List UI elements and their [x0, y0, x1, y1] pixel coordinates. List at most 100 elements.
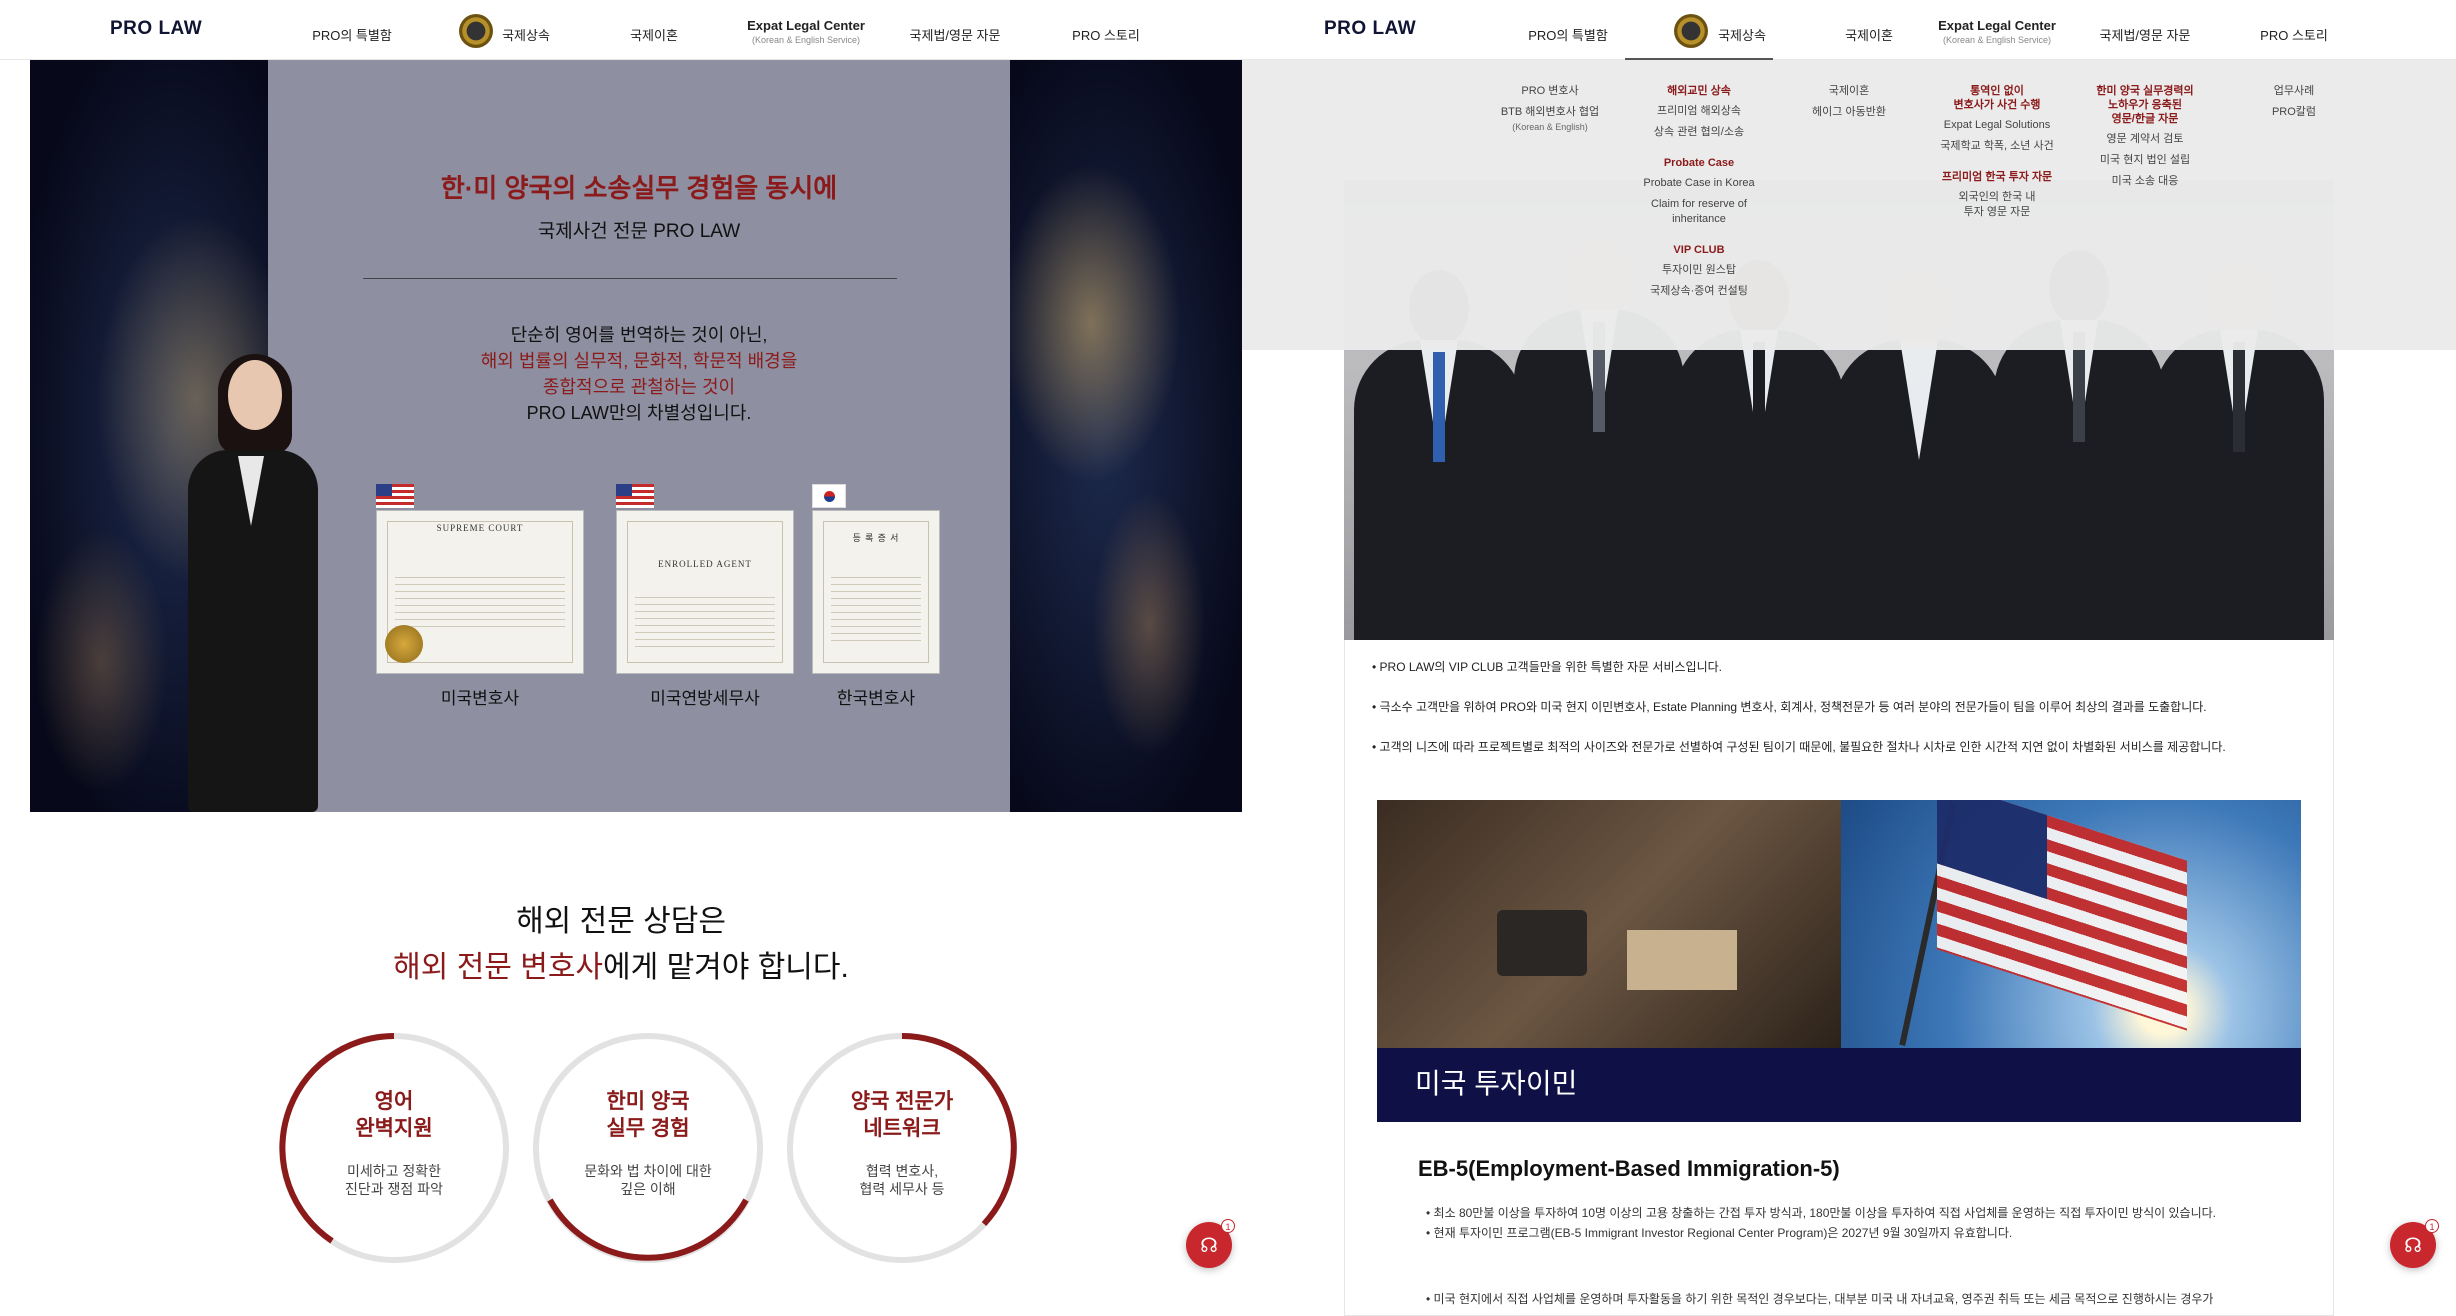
feature-circle-english: 영어 완벽지원 미세하고 정확한 진단과 쟁점 파악	[276, 1030, 512, 1266]
nav-expat-legal-center[interactable]: Expat Legal Center (Korean & English Ser…	[1938, 19, 2056, 47]
circle-title-line: 영어	[374, 1090, 414, 1113]
menu-heading-line: 한미 양국 실무경력의	[2096, 85, 2194, 97]
menu-item[interactable]: 헤이그 아동반환	[1812, 105, 1886, 120]
eb5-bullet: • 미국 현지에서 직접 사업체를 운영하며 투자활동을 하기 위한 목적인 경…	[1426, 1292, 2214, 1306]
circle-title: 한미 양국 실무 경험	[530, 1088, 766, 1142]
menu-item-pro-lawyer[interactable]: PRO 변호사	[1501, 84, 1599, 99]
logo[interactable]: PRO LAW	[110, 18, 202, 40]
hero-banner: 한·미 양국의 소송실무 경험을 동시에 국제사건 전문 PRO LAW 단순히…	[30, 60, 1242, 812]
circle-ring-graphic	[787, 1033, 1017, 1263]
menu-heading[interactable]: 통역인 없이 변호사가 사건 수행	[1940, 84, 2053, 112]
menu-item[interactable]: 프리미엄 해외상속	[1643, 104, 1754, 119]
award-badge-icon	[459, 14, 493, 48]
mega-col-divorce: 국제이혼 헤이그 아동반환	[1812, 84, 1886, 126]
lawyer-photo	[150, 354, 350, 812]
menu-item[interactable]: PRO칼럼	[2272, 105, 2316, 120]
circle-desc-line: 진단과 쟁점 파악	[345, 1181, 443, 1197]
menu-item-label: 외국인의 한국 내	[1958, 191, 2036, 203]
vip-description-line: • PRO LAW의 VIP CLUB 고객들만을 위한 특별한 자문 서비스입…	[1372, 660, 1722, 674]
person-figure	[1514, 240, 1684, 640]
menu-item[interactable]: 국제이혼	[1812, 84, 1886, 99]
circle-title: 양국 전문가 네트워크	[784, 1088, 1020, 1142]
banner-title: 미국 투자이민	[1415, 1068, 1578, 1099]
logo[interactable]: PRO LAW	[1324, 18, 1416, 40]
certificate-label: 미국변호사	[440, 689, 520, 708]
nav-international-law-advice[interactable]: 국제법/영문 자문	[910, 25, 1001, 44]
menu-item[interactable]: 미국 현지 법인 설립	[2096, 153, 2193, 168]
certificate-text	[395, 571, 565, 631]
menu-spacer	[1643, 233, 1754, 243]
nav-pro-special[interactable]: PRO의 특별함	[1528, 25, 1608, 44]
mega-col-story: 업무사례 PRO칼럼	[2272, 84, 2316, 126]
hero-subtitle: 국제사건 전문 PRO LAW	[537, 221, 741, 242]
mega-col-inheritance: 해외교민 상속 프리미엄 해외상속 상속 관련 협의/소송 Probate Ca…	[1643, 84, 1754, 305]
mega-col-advice: 한미 양국 실무경력의 노하우가 응축된 영문/한글 자문 영문 계약서 검토 미국…	[2096, 84, 2193, 195]
nav-pro-story[interactable]: PRO 스토리	[1072, 25, 1140, 44]
nav-pro-special[interactable]: PRO의 특별함	[312, 25, 392, 44]
mega-menu-dropdown: PRO 변호사 BTB 해외변호사 협업 (Korean & English) 해…	[1242, 60, 2456, 350]
certificate-text	[635, 591, 775, 651]
nav-pro-story[interactable]: PRO 스토리	[2260, 25, 2328, 44]
books-graphic	[1627, 930, 1737, 990]
menu-spacer	[1940, 160, 2053, 170]
menu-item[interactable]: 업무사례	[2272, 84, 2316, 99]
nav-international-law-advice[interactable]: 국제법/영문 자문	[2100, 25, 2191, 44]
menu-item[interactable]: 상속 관련 협의/소송	[1643, 125, 1754, 140]
menu-item[interactable]: 투자이민 원스탑	[1643, 263, 1754, 278]
menu-heading[interactable]: VIP CLUB	[1643, 243, 1754, 257]
investment-immigration-banner: 미국 투자이민	[1377, 800, 2301, 1122]
vip-description-line: • 극소수 고객만을 위하여 PRO와 미국 현지 이민변호사, Estate …	[1372, 700, 2207, 714]
menu-item-btb[interactable]: BTB 해외변호사 협업 (Korean & English)	[1501, 105, 1599, 135]
hero-panel: 한·미 양국의 소송실무 경험을 동시에 국제사건 전문 PRO LAW 단순히…	[268, 60, 1010, 812]
mega-col-expat: 통역인 없이 변호사가 사건 수행 Expat Legal Solutions 국…	[1940, 84, 2053, 226]
consult-chat-button[interactable]: ☊ 1	[1186, 1219, 1235, 1268]
circle-title-line: 실무 경험	[606, 1117, 690, 1140]
gold-seal-icon	[385, 625, 423, 663]
menu-spacer	[1643, 146, 1754, 156]
certificate-heading: ENROLLED AGENT	[658, 559, 752, 569]
us-flag-icon	[376, 484, 414, 508]
circle-desc-line: 문화와 법 차이에 대한	[584, 1163, 712, 1179]
nav-international-inheritance[interactable]: 국제상속	[1718, 25, 1766, 44]
vintage-desk-image	[1377, 800, 1841, 1048]
expat-subtitle: (Korean & English Service)	[751, 35, 861, 45]
person-tie	[1433, 352, 1445, 462]
nav-international-divorce[interactable]: 국제이혼	[630, 25, 678, 44]
award-badge-icon	[1674, 14, 1708, 48]
menu-item[interactable]: 국제학교 학폭, 소년 사건	[1940, 139, 2053, 154]
consult-chat-button[interactable]: ☊ 1	[2390, 1219, 2439, 1268]
section-heading-line1: 해외 전문 상담은	[516, 905, 726, 938]
us-flag-icon	[616, 484, 654, 508]
menu-heading[interactable]: 해외교민 상속	[1643, 84, 1754, 98]
eb5-heading: EB-5(Employment-Based Immigration-5)	[1418, 1156, 1840, 1181]
menu-heading[interactable]: Probate Case	[1643, 156, 1754, 170]
menu-item[interactable]: 영문 계약서 검토	[2096, 132, 2193, 147]
menu-item[interactable]: Expat Legal Solutions	[1940, 118, 2053, 133]
menu-item-label: BTB 해외변호사 협업	[1500, 106, 1600, 118]
menu-item[interactable]: 미국 소송 대응	[2096, 174, 2193, 189]
circle-title-line: 네트워크	[863, 1117, 941, 1140]
menu-item-sublabel: (Korean & English)	[1512, 122, 1588, 132]
nav-international-divorce[interactable]: 국제이혼	[1845, 25, 1893, 44]
expat-subtitle: (Korean & English Service)	[1942, 35, 2052, 45]
menu-heading[interactable]: 한미 양국 실무경력의 노하우가 응축된 영문/한글 자문	[2096, 84, 2193, 126]
circle-description: 협력 변호사, 협력 세무사 등	[784, 1162, 1020, 1198]
menu-item[interactable]: Claim for reserve of inheritance	[1643, 197, 1754, 227]
person-shirt	[1900, 340, 1938, 460]
menu-item[interactable]: 국제상속·증여 컨설팅	[1643, 284, 1754, 299]
certificate-text	[831, 571, 921, 641]
nav-international-inheritance[interactable]: 국제상속	[502, 25, 550, 44]
nav-expat-legal-center[interactable]: Expat Legal Center (Korean & English Ser…	[747, 19, 865, 47]
menu-item[interactable]: 외국인의 한국 내 투자 영문 자문	[1940, 190, 2053, 220]
circle-description: 미세하고 정확한 진단과 쟁점 파악	[276, 1162, 512, 1198]
mega-col-pro: PRO 변호사 BTB 해외변호사 협업 (Korean & English)	[1501, 84, 1599, 141]
menu-heading[interactable]: 프리미엄 한국 투자 자문	[1940, 170, 2053, 184]
menu-item[interactable]: Probate Case in Korea	[1643, 176, 1754, 191]
menu-heading-line: 영문/한글 자문	[2111, 113, 2179, 125]
circle-title-line: 양국 전문가	[850, 1090, 954, 1113]
person-figure	[1994, 250, 2164, 640]
notification-count-badge: 1	[1221, 1219, 1235, 1233]
hero-body-line: 단순히 영어를 번역하는 것이 아닌,	[510, 325, 768, 345]
circle-title-line: 완벽지원	[355, 1117, 433, 1140]
hero-divider	[363, 278, 897, 279]
